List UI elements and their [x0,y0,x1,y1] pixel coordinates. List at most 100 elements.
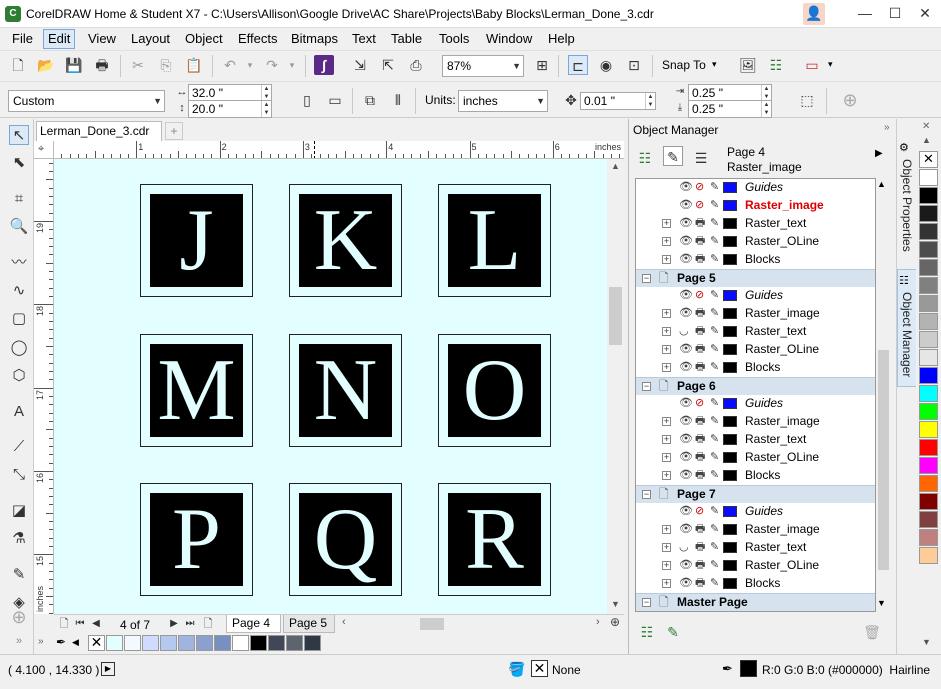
collapse-icon[interactable]: − [642,490,651,499]
menu-file[interactable]: File [8,31,37,46]
units-combo[interactable]: inches ▼ [458,90,548,112]
menu-object[interactable]: Object [181,31,227,46]
paste-icon[interactable]: 📋 [184,55,204,75]
undo-icon[interactable]: ↶ [220,55,240,75]
eye-icon[interactable]: 👁 [679,449,693,466]
options-icon[interactable]: ☷ [766,55,786,75]
layer-color-swatch[interactable] [723,290,737,301]
spin-arrows-icon[interactable]: ▲ ▼ [261,85,271,101]
spin-arrows-icon[interactable]: ▲ ▼ [761,101,771,117]
print-disabled-icon[interactable]: ⊘ [695,395,704,412]
document-tab[interactable]: Lerman_Done_3.cdr [36,121,162,141]
print-disabled-icon[interactable]: ⊘ [695,287,704,304]
dimension-tool-icon[interactable]: ⟋ [9,437,29,457]
expand-icon[interactable]: + [662,453,671,462]
eye-icon[interactable]: 👁 [679,341,693,358]
layer-node[interactable]: + 👁 🖶 ✎ Raster_image [636,413,875,431]
printer-icon[interactable]: 🖶 [695,215,705,232]
layer-node[interactable]: + 👁 🖶 ✎ Raster_OLine [636,557,875,575]
current-page-only-icon[interactable]: ✎ [663,146,683,166]
edit-lock-icon[interactable]: ✎ [710,413,719,430]
eye-icon[interactable]: 👁 [679,251,693,268]
eye-icon[interactable]: 👁 [679,413,693,430]
color-swatch[interactable] [919,241,938,258]
menu-text[interactable]: Text [348,31,380,46]
show-rulers-icon[interactable]: ⊏ [568,55,588,75]
color-swatch[interactable] [919,529,938,546]
scroll-left-icon[interactable]: ‹ [342,616,346,628]
layer-color-swatch[interactable] [723,560,737,571]
object-manager-tab[interactable]: Object Manager [900,292,914,377]
publish-pdf-icon[interactable]: ⎙ [406,55,426,75]
all-pages-icon[interactable]: ⧉ [360,90,380,110]
layer-node[interactable]: + ◡ 🖶 ✎ Raster_text [636,539,875,557]
letter-block[interactable]: R [438,483,551,596]
ruler-origin[interactable]: ⌖ [34,141,54,159]
drop-shadow-tool-icon[interactable]: ◪ [9,501,29,521]
layer-node[interactable]: + 👁 🖶 ✎ Blocks [636,359,875,377]
menu-effects[interactable]: Effects [234,31,282,46]
layer-color-swatch[interactable] [723,578,737,589]
add-property-icon[interactable]: ⊕ [840,90,860,110]
color-swatch[interactable] [919,403,938,420]
layer-color-swatch[interactable] [723,236,737,247]
undo-dropdown-icon[interactable]: ▾ [240,55,260,75]
printer-icon[interactable]: 🖶 [695,413,705,430]
printer-icon[interactable]: 🖶 [695,575,705,592]
text-tool-icon[interactable]: A [9,402,29,422]
no-color-swatch[interactable]: ✕ [919,151,938,168]
show-guidelines-icon[interactable]: ⊡ [624,55,644,75]
menu-window[interactable]: Window [482,31,536,46]
landscape-icon[interactable]: ▭ [325,90,345,110]
scroll-up-icon[interactable]: ▲ [608,161,623,173]
previous-page-icon[interactable]: ◀ [86,614,106,634]
layer-node[interactable]: 👁 ⊘ ✎ Guides [636,287,875,305]
edit-lock-icon[interactable]: ✎ [710,431,719,448]
color-swatch[interactable] [160,635,177,651]
freehand-tool-icon[interactable]: 〰 [9,253,29,273]
vertical-ruler[interactable]: 19 18 17 16 15 inches [34,159,54,614]
page-tab-4[interactable]: Page 4 [226,615,281,633]
eye-icon[interactable]: 👁 [679,179,693,196]
layer-manager-view-icon[interactable]: ☷ [635,148,655,168]
eye-closed-icon[interactable]: ◡ [679,539,689,556]
layer-node[interactable]: 👁 ⊘ ✎ Guides [636,503,875,521]
print-icon[interactable]: 🖶 [92,55,112,75]
letter-block[interactable]: P [140,483,253,596]
spin-arrows-icon[interactable]: ▲ ▼ [761,85,771,101]
color-swatch[interactable] [919,439,938,456]
page-size-combo[interactable]: Custom ▼ [8,90,165,112]
menu-help[interactable]: Help [544,31,579,46]
eye-icon[interactable]: 👁 [679,395,693,412]
layer-color-swatch[interactable] [723,362,737,373]
page-node[interactable]: − 🗋 Master Page [636,593,875,611]
eyedropper-tool-icon[interactable]: ✎ [9,565,29,585]
expand-icon[interactable]: + [662,255,671,264]
drawing-canvas[interactable]: JKL MNO PQR [54,159,607,614]
layer-node[interactable]: + 👁 🖶 ✎ Raster_OLine [636,449,875,467]
color-swatch[interactable] [142,635,159,651]
application-launcher-icon[interactable]: ▭ [802,55,822,75]
new-document-icon[interactable]: 🗋 [8,55,28,75]
menu-layout[interactable]: Layout [127,31,174,46]
artistic-media-icon[interactable]: ∿ [9,281,29,301]
layer-color-swatch[interactable] [723,470,737,481]
color-swatch[interactable] [919,223,938,240]
vertical-scrollbar[interactable]: ▲ ▼ [607,159,624,614]
letter-block[interactable]: L [438,184,551,297]
page-node[interactable]: − 🗋 Page 6 [636,377,875,395]
layer-color-swatch[interactable] [723,218,737,229]
layer-color-swatch[interactable] [723,506,737,517]
expand-icon[interactable]: + [662,219,671,228]
printer-icon[interactable]: 🖶 [695,557,705,574]
scroll-down-icon[interactable]: ▼ [877,598,886,608]
layer-node[interactable]: + 👁 🖶 ✎ Blocks [636,467,875,485]
letter-block[interactable]: M [140,334,253,447]
layer-color-swatch[interactable] [723,326,737,337]
zoom-tool-icon[interactable]: 🔍 [9,217,29,237]
page-node[interactable]: − 🗋 Page 7 [636,485,875,503]
show-grid-icon[interactable]: ◉ [596,55,616,75]
toolbox-expand-icon[interactable]: » [9,631,29,651]
collapse-icon[interactable]: − [642,382,651,391]
edit-lock-icon[interactable]: ✎ [710,305,719,322]
